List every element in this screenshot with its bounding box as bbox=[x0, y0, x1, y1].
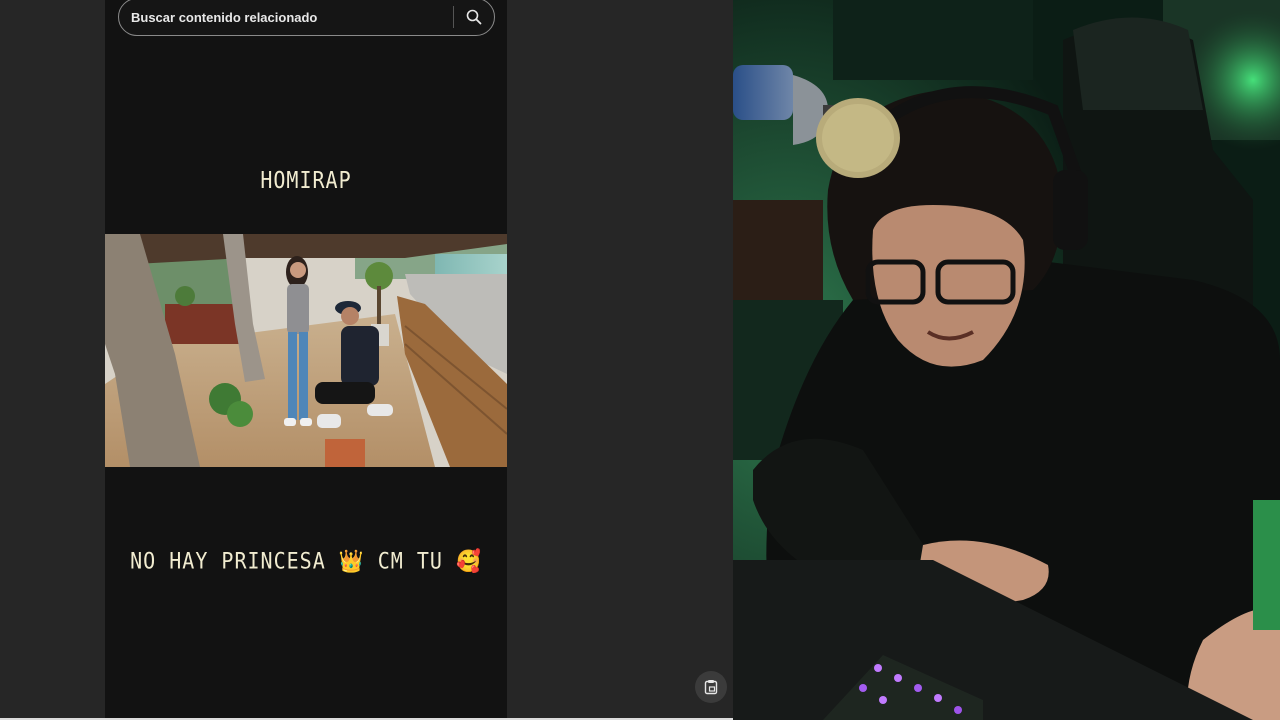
search-icon bbox=[466, 9, 482, 25]
short-video-panel: HOMIRAP bbox=[105, 0, 507, 718]
search-input[interactable] bbox=[131, 7, 451, 27]
streamer-webcam-image bbox=[733, 0, 1280, 720]
search-button[interactable] bbox=[462, 6, 486, 28]
video-bottom-caption: NO HAY PRINCESA 👑 CM TU 🥰 bbox=[130, 547, 482, 575]
video-scene-image bbox=[105, 234, 507, 467]
webcam-feed bbox=[733, 0, 1280, 720]
clipboard-button[interactable] bbox=[695, 671, 727, 703]
video-top-caption: HOMIRAP bbox=[260, 166, 352, 194]
search-bar bbox=[118, 0, 495, 36]
clipboard-icon bbox=[704, 680, 718, 695]
screen-capture-area: HOMIRAP bbox=[0, 0, 733, 720]
video-frame[interactable] bbox=[105, 234, 507, 467]
search-divider bbox=[453, 6, 454, 28]
